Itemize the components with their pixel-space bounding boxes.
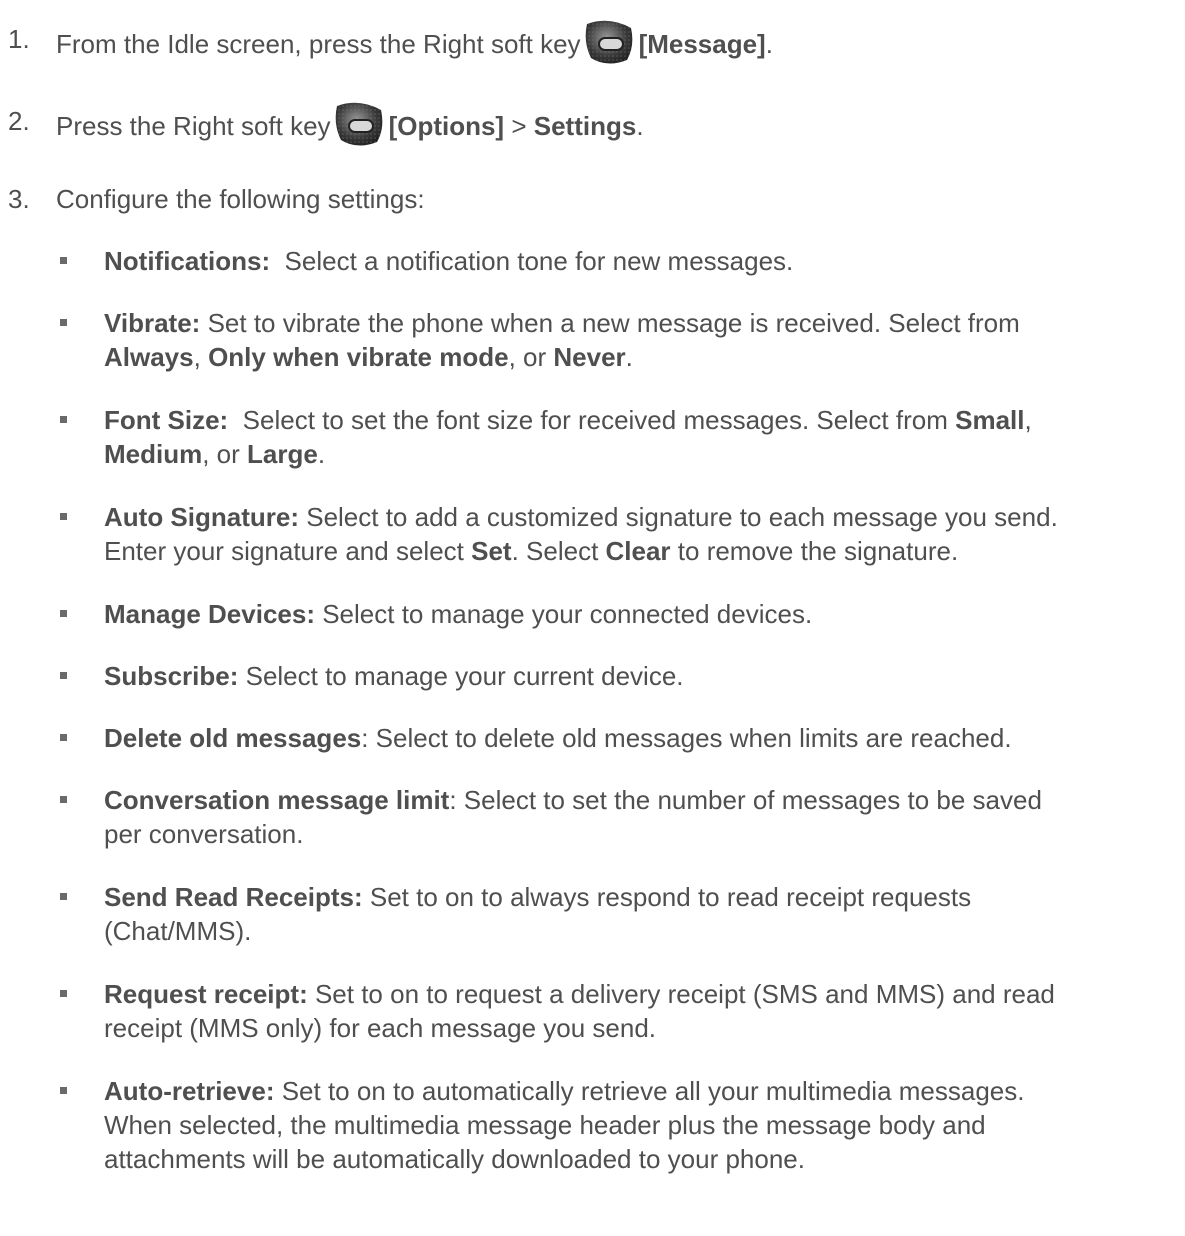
- options-label: [Options]: [388, 110, 505, 141]
- step-text: Configure the following settings:: [56, 184, 425, 214]
- bullet-icon: [60, 257, 67, 264]
- bullet-icon: [60, 990, 67, 997]
- bullet-icon: [60, 734, 67, 741]
- bullet-icon: [60, 610, 67, 617]
- step-number: 2.: [8, 106, 30, 136]
- step-text: From the Idle screen, press the Right so…: [56, 20, 773, 70]
- right-soft-key-icon: [583, 18, 635, 66]
- bullet-icon: [60, 513, 67, 520]
- step-number: 1.: [8, 24, 30, 54]
- bullet-icon: [60, 416, 67, 423]
- right-soft-key-icon: [333, 100, 385, 148]
- bullet-icon: [60, 672, 67, 679]
- bullet-icon: [60, 893, 67, 900]
- bullet-icon: [60, 796, 67, 803]
- bullet-icon: [60, 319, 67, 326]
- settings-label: Settings: [533, 110, 637, 141]
- step-text: Press the Right soft key [Options] > Sett…: [56, 102, 644, 152]
- bullet-icon: [60, 1087, 67, 1094]
- message-label: [Message]: [638, 28, 766, 59]
- step-number: 3.: [8, 184, 30, 214]
